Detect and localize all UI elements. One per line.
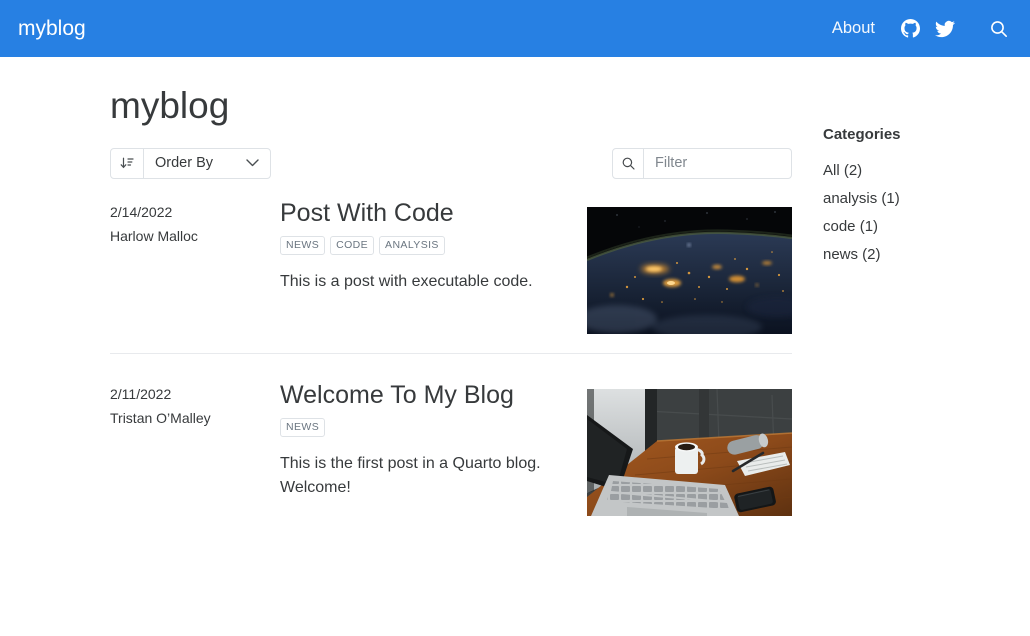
main-content: myblog Order By bbox=[0, 57, 1030, 556]
post-title-link[interactable]: Post With Code bbox=[280, 199, 587, 228]
category-link-analysis[interactable]: analysis (1) bbox=[823, 188, 942, 209]
categories-heading: Categories bbox=[823, 126, 942, 143]
post-body: Post With Code NEWS CODE ANALYSIS This i… bbox=[280, 199, 587, 334]
post-title-link[interactable]: Welcome To My Blog bbox=[280, 381, 587, 410]
filter-input[interactable] bbox=[644, 149, 791, 178]
post-thumbnail-desk-laptop[interactable] bbox=[587, 389, 792, 516]
category-badge[interactable]: NEWS bbox=[280, 236, 325, 255]
page-title: myblog bbox=[110, 86, 792, 127]
category-link-code[interactable]: code (1) bbox=[823, 216, 942, 237]
categories-sidebar: Categories All (2) analysis (1) code (1)… bbox=[823, 126, 942, 516]
post-date: 2/11/2022 bbox=[110, 385, 280, 404]
navbar-right: About bbox=[832, 18, 1010, 40]
order-by-label: Order By bbox=[155, 155, 213, 171]
github-icon[interactable] bbox=[901, 19, 920, 38]
category-badges: NEWS bbox=[280, 418, 587, 437]
category-badge[interactable]: NEWS bbox=[280, 418, 325, 437]
twitter-icon[interactable] bbox=[935, 19, 955, 39]
post-thumbnail-earth-at-night[interactable] bbox=[587, 207, 792, 334]
post-description: This is a post with executable code. bbox=[280, 270, 587, 294]
top-navbar: myblog About bbox=[0, 0, 1030, 57]
category-badge[interactable]: CODE bbox=[330, 236, 374, 255]
listing-controls: Order By bbox=[110, 148, 792, 179]
order-by-dropdown[interactable]: Order By bbox=[110, 148, 271, 179]
search-icon[interactable] bbox=[988, 18, 1010, 40]
filter-search-icon bbox=[613, 149, 644, 178]
post-description: This is the first post in a Quarto blog.… bbox=[280, 452, 587, 500]
post-body: Welcome To My Blog NEWS This is the firs… bbox=[280, 381, 587, 516]
listing-column: myblog Order By bbox=[110, 57, 792, 516]
category-badges: NEWS CODE ANALYSIS bbox=[280, 236, 587, 255]
filter-box bbox=[612, 148, 792, 179]
post-author: Harlow Malloc bbox=[110, 227, 280, 246]
post-meta: 2/11/2022 Tristan O’Malley bbox=[110, 381, 280, 516]
post-date: 2/14/2022 bbox=[110, 203, 280, 222]
chevron-down-icon bbox=[246, 159, 259, 167]
order-by-select[interactable]: Order By bbox=[144, 149, 270, 178]
category-link-all[interactable]: All (2) bbox=[823, 160, 942, 181]
sort-icon bbox=[111, 149, 144, 178]
post-listing-item: 2/14/2022 Harlow Malloc Post With Code N… bbox=[110, 199, 792, 334]
post-meta: 2/14/2022 Harlow Malloc bbox=[110, 199, 280, 334]
category-badge[interactable]: ANALYSIS bbox=[379, 236, 445, 255]
navbar-brand[interactable]: myblog bbox=[18, 17, 86, 41]
post-listing-item: 2/11/2022 Tristan O’Malley Welcome To My… bbox=[110, 381, 792, 516]
post-author: Tristan O’Malley bbox=[110, 409, 280, 428]
category-link-news[interactable]: news (2) bbox=[823, 244, 942, 265]
post-divider bbox=[110, 353, 792, 354]
nav-link-about[interactable]: About bbox=[832, 19, 875, 38]
